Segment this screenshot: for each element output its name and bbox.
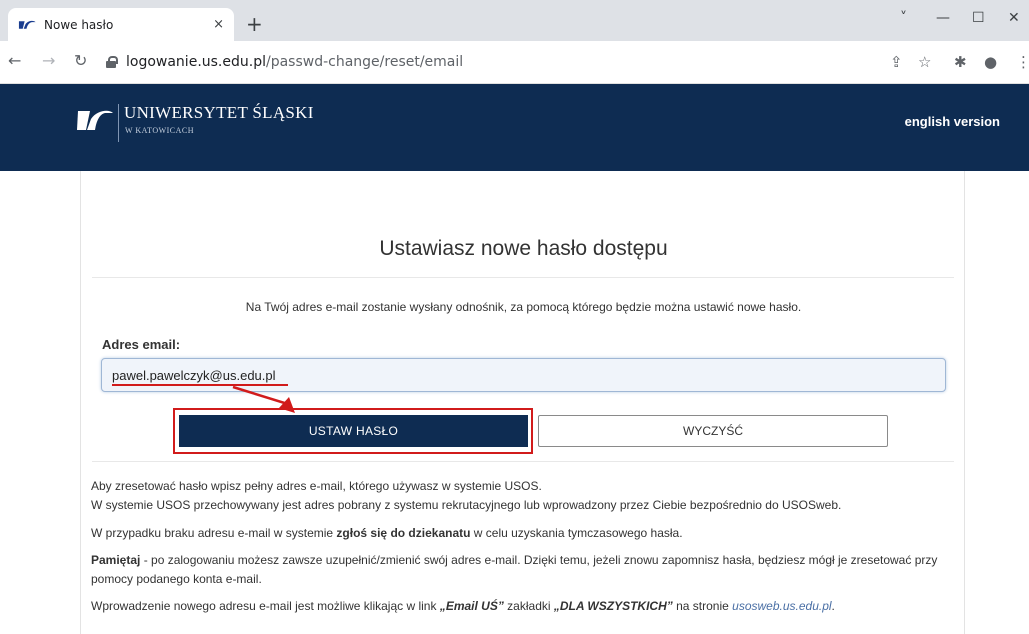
browser-tabstrip: Nowe hasło × + ˅ — ☐ ✕ [0,0,1029,41]
site-header: UNIWERSYTET ŚLĄSKI W KATOWICACH english … [0,84,1029,171]
info-text: W przypadku braku adresu e-mail w system… [91,526,337,540]
university-logo-icon [18,20,36,29]
page-title: Ustawiasz nowe hasło dostępu [379,237,668,260]
extensions-icon[interactable]: ✱ [954,53,967,71]
lock-icon [106,56,118,68]
email-us-text: „Email UŚ” [439,599,504,613]
back-icon[interactable]: ← [8,51,21,70]
info-paragraph-2: W przypadku braku adresu e-mail w system… [91,524,961,543]
url-text: logowanie.us.edu.pl/passwd-change/reset/… [126,54,463,70]
url-path: /passwd-change/reset/email [265,54,464,70]
forward-icon[interactable]: → [42,51,55,70]
remember-text: Pamiętaj [91,553,141,567]
maximize-icon[interactable]: ☐ [972,10,985,26]
info-line: Aby zresetować hasło wpisz pełny adres e… [91,479,542,493]
menu-icon[interactable]: ⋮ [1016,53,1029,71]
set-password-button[interactable]: USTAW HASŁO [179,415,528,447]
email-input[interactable] [101,358,946,392]
divider [92,277,954,278]
password-reset-card: Ustawiasz nowe hasło dostępu Na Twój adr… [80,171,965,634]
info-line: W systemie USOS przechowywany jest adres… [91,498,842,512]
university-city: W KATOWICACH [125,126,195,135]
bookmark-star-icon[interactable]: ☆ [918,53,931,71]
clear-button[interactable]: WYCZYŚĆ [538,415,888,447]
university-logo-icon[interactable] [76,108,114,132]
info-paragraph-4: Wprowadzenie nowego adresu e-mail jest m… [91,597,961,616]
browser-tab[interactable]: Nowe hasło × [8,8,234,41]
address-bar[interactable]: logowanie.us.edu.pl/passwd-change/reset/… [106,48,886,76]
tab-search-icon[interactable]: ˅ [900,10,907,26]
info-text: na stronie [672,599,733,613]
intro-text: Na Twój adres e-mail zostanie wysłany od… [245,300,802,314]
info-text: - po zalogowaniu możesz zawsze uzupełnić… [91,553,938,586]
reload-icon[interactable]: ↻ [74,51,87,70]
usosweb-link[interactable]: usosweb.us.edu.pl [732,599,831,613]
info-text: . [831,599,835,613]
info-text: zakładki [503,599,554,613]
divider [92,461,954,462]
university-name: UNIWERSYTET ŚLĄSKI [124,103,314,122]
close-window-icon[interactable]: ✕ [1008,10,1020,26]
browser-toolbar: ← → ↻ logowanie.us.edu.pl/passwd-change/… [0,41,1029,84]
url-host: logowanie.us.edu.pl [126,54,266,70]
share-icon[interactable]: ⇪ [890,53,903,71]
logo-divider [118,104,119,142]
info-text: Wprowadzenie nowego adresu e-mail jest m… [91,599,440,613]
info-paragraph-3: Pamiętaj - po zalogowaniu możesz zawsze … [91,551,961,589]
profile-icon[interactable]: ● [984,53,997,71]
info-text: w celu uzyskania tymczasowego hasła. [470,526,683,540]
tab-close-icon[interactable]: × [213,17,224,32]
info-paragraph-1: Aby zresetować hasło wpisz pełny adres e… [91,477,961,515]
new-tab-icon[interactable]: + [246,14,263,34]
tab-title: Nowe hasło [44,17,114,32]
email-label: Adres email: [102,337,181,352]
minimize-icon[interactable]: — [936,10,950,26]
for-everyone-text: „DLA WSZYSTKICH” [553,599,673,613]
dean-office-text: zgłoś się do dziekanatu [336,526,471,540]
english-version-link[interactable]: english version [905,114,1000,129]
